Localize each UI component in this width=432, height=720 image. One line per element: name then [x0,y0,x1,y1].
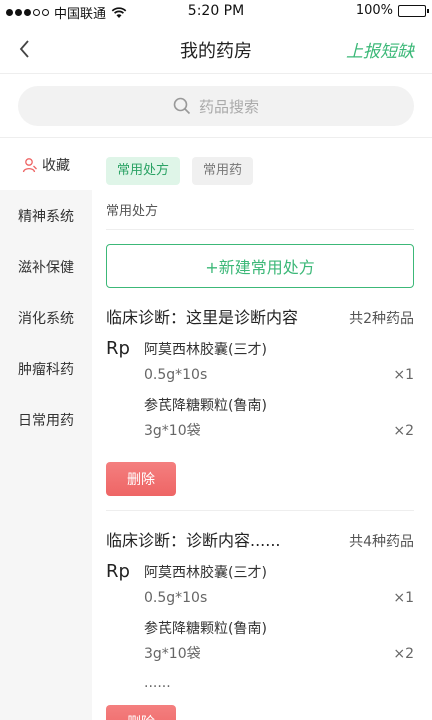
status-bar: 中国联通 5:20 PM 100% [0,0,432,24]
drug-qty: ×2 [393,423,414,439]
drug-spec: 3g*10袋 [144,646,201,662]
drug-item: 参芪降糖颗粒(鲁南) 3g*10袋 ×2 [144,394,414,444]
drug-row: 0.5g*10s ×1 [144,362,414,388]
battery-percent: 100% [355,3,393,18]
search-input[interactable]: 药品搜索 [18,86,414,126]
rp-label: Rp [106,561,130,582]
report-shortage-button[interactable]: 上报短缺 [346,37,414,62]
drug-list: 阿莫西林胶囊(三才) 0.5g*10s ×1 参芪降糖颗粒(鲁南) 3g*10袋… [144,338,414,450]
new-prescription-button[interactable]: +新建常用处方 [106,244,414,288]
sidebar-item-digestive[interactable]: 消化系统 [0,292,92,343]
search-icon [173,97,191,115]
drug-qty: ×2 [393,646,414,662]
drug-list: 阿莫西林胶囊(三才) 0.5g*10s ×1 参芪降糖颗粒(鲁南) 3g*10袋… [144,561,414,693]
prescription-card: 临床诊断：诊断内容...... 共4种药品 Rp 阿莫西林胶囊(三才) 0.5g… [106,527,414,720]
delete-button[interactable]: 删除 [106,462,176,496]
drug-spec: 0.5g*10s [144,367,208,383]
nav-bar: 我的药房 上报短缺 [0,24,432,74]
prescription-body: Rp 阿莫西林胶囊(三才) 0.5g*10s ×1 参芪降糖颗粒(鲁南) 3g*… [106,561,414,693]
sidebar-item-label: 收藏 [42,157,70,174]
sidebar-item-favorites[interactable]: 收藏 [0,139,92,190]
delete-button[interactable]: 删除 [106,705,176,720]
drug-count: 共4种药品 [349,534,414,550]
drug-spec: 0.5g*10s [144,590,208,606]
user-icon [22,157,37,172]
drug-item: 参芪降糖颗粒(鲁南) 3g*10袋 ×2 [144,617,414,667]
sidebar-item-label: 日常用药 [18,412,74,429]
status-right: 100% [355,3,429,18]
more-drugs-ellipsis: ...... [144,675,171,691]
drug-qty: ×1 [393,590,414,606]
sidebar-item-psychiatric[interactable]: 精神系统 [0,190,92,241]
card-header: 临床诊断：这里是诊断内容 共2种药品 [106,304,414,328]
drug-row: 0.5g*10s ×1 [144,585,414,611]
drug-count: 共2种药品 [349,311,414,327]
sidebar-item-label: 消化系统 [18,310,74,327]
sidebar-item-label: 肿瘤科药 [18,361,74,378]
drug-item: 阿莫西林胶囊(三才) 0.5g*10s ×1 [144,338,414,388]
sidebar-item-tonic[interactable]: 滋补保健 [0,241,92,292]
drug-row: 3g*10袋 ×2 [144,418,414,444]
sidebar-item-label: 精神系统 [18,208,74,225]
drug-spec: 3g*10袋 [144,423,201,439]
sidebar-item-daily[interactable]: 日常用药 [0,394,92,445]
sidebar-item-oncology[interactable]: 肿瘤科药 [0,343,92,394]
drug-name: 阿莫西林胶囊(三才) [144,565,267,581]
drug-name: 参芪降糖颗粒(鲁南) [144,398,267,414]
drug-qty: ×1 [393,367,414,383]
card-header: 临床诊断：诊断内容...... 共4种药品 [106,527,414,551]
drug-row: 3g*10袋 ×2 [144,641,414,667]
category-sidebar: 收藏 精神系统 滋补保健 消化系统 肿瘤科药 日常用药 [0,139,92,720]
prescription-card: 临床诊断：这里是诊断内容 共2种药品 Rp 阿莫西林胶囊(三才) 0.5g*10… [106,304,414,511]
sidebar-item-label: 滋补保健 [18,259,74,276]
prescription-body: Rp 阿莫西林胶囊(三才) 0.5g*10s ×1 参芪降糖颗粒(鲁南) 3g*… [106,338,414,450]
diagnosis-text: 临床诊断：诊断内容...... [106,531,281,550]
tab-bar: 常用处方 常用药 [106,157,414,185]
drug-name: 阿莫西林胶囊(三才) [144,342,267,358]
battery-icon [398,4,429,17]
drug-name: 参芪降糖颗粒(鲁南) [144,621,267,637]
section-label: 常用处方 [106,200,414,230]
main-content: 常用处方 常用药 常用处方 +新建常用处方 临床诊断：这里是诊断内容 共2种药品… [92,139,432,720]
search-placeholder: 药品搜索 [198,97,259,116]
diagnosis-text: 临床诊断：这里是诊断内容 [106,308,299,327]
tab-common-prescriptions[interactable]: 常用处方 [106,157,181,185]
tab-common-drugs[interactable]: 常用药 [192,157,254,185]
rp-label: Rp [106,338,130,359]
search-bar-area: 药品搜索 [0,74,432,138]
drug-item: 阿莫西林胶囊(三才) 0.5g*10s ×1 [144,561,414,611]
